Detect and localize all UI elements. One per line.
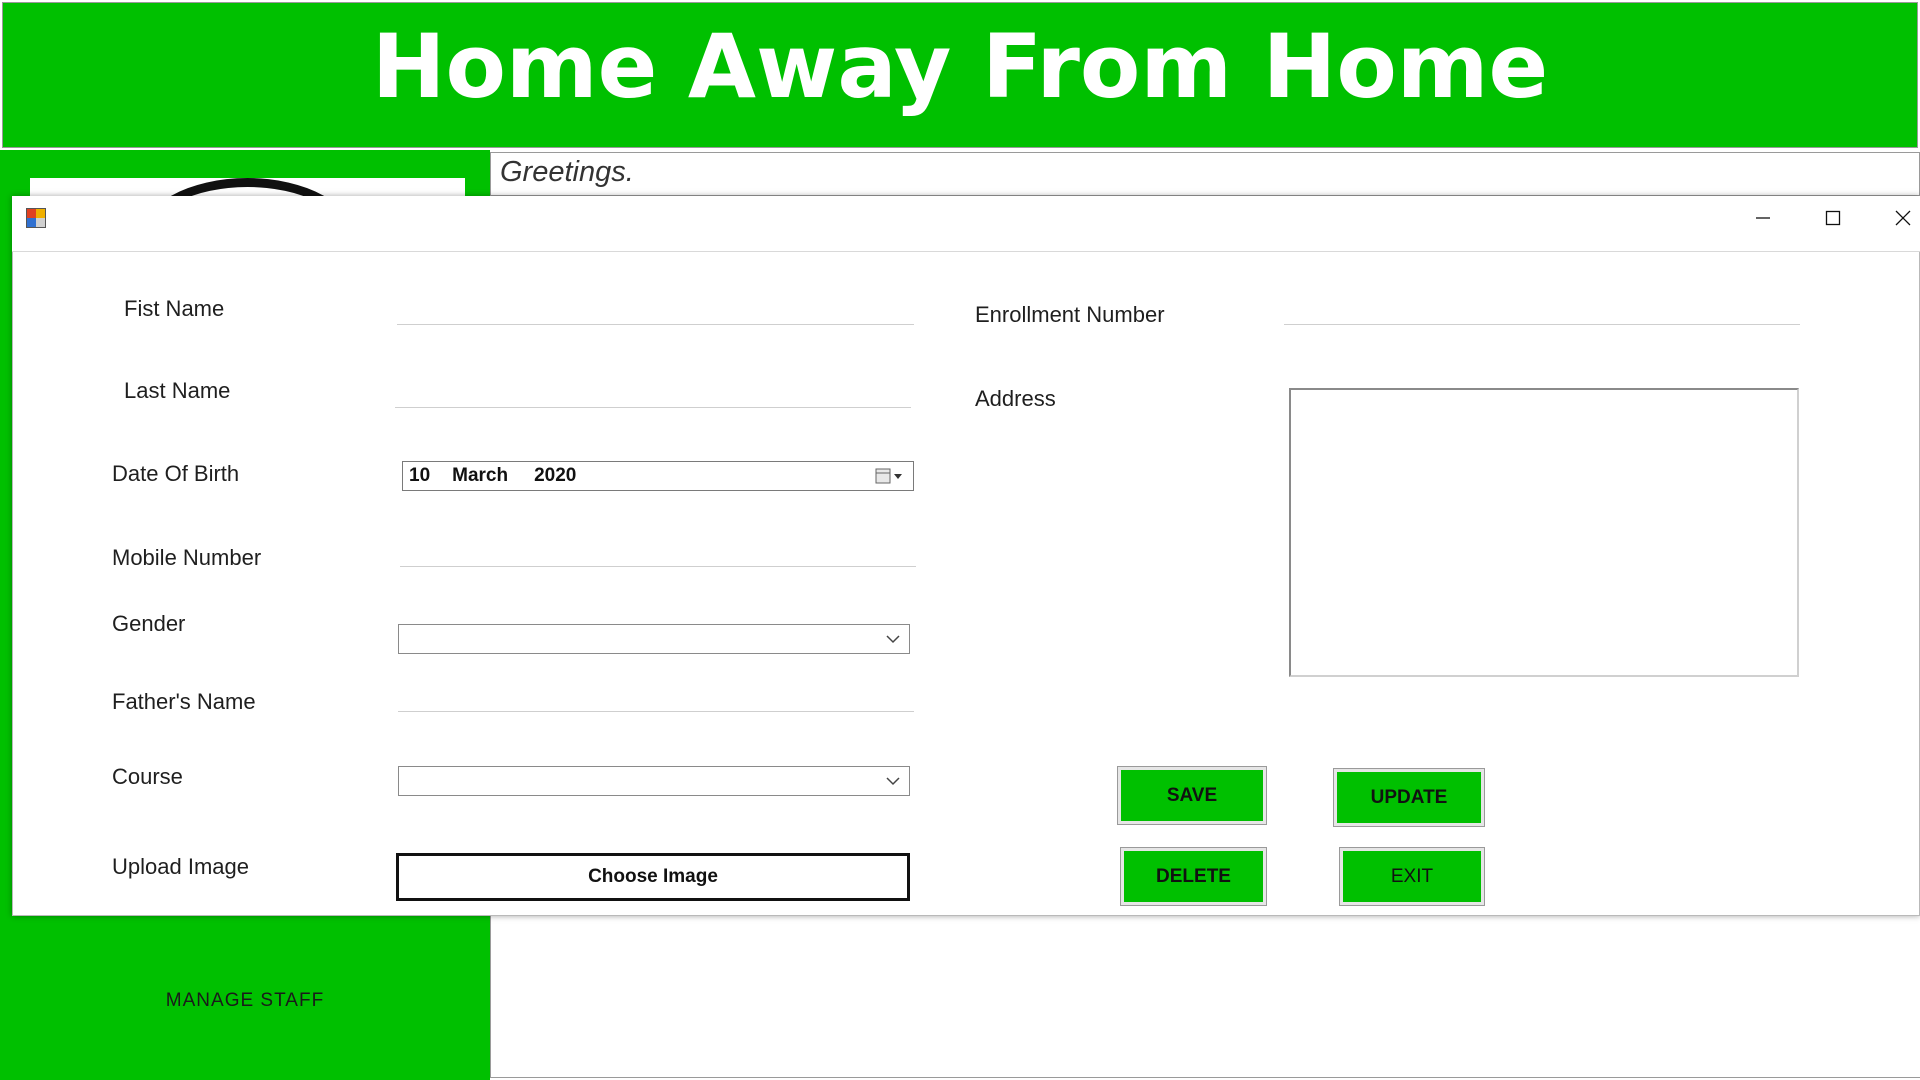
minimize-button[interactable]	[1728, 198, 1798, 238]
address-textarea[interactable]	[1289, 388, 1799, 677]
mobile-label: Mobile Number	[112, 545, 262, 570]
app-title: Home Away From Home	[371, 15, 1549, 118]
delete-button[interactable]: DELETE	[1120, 847, 1267, 906]
last-name-label: Last Name	[124, 378, 231, 403]
minimize-icon	[1756, 217, 1770, 219]
dob-picker[interactable]: 10 March 2020	[402, 461, 914, 491]
dob-month: March	[452, 465, 509, 486]
exit-button[interactable]: EXIT	[1339, 847, 1485, 906]
close-icon	[1895, 210, 1911, 226]
mobile-input[interactable]	[400, 537, 916, 567]
enrollment-number-input[interactable]	[1284, 295, 1800, 325]
address-label: Address	[975, 386, 1056, 411]
last-name-input[interactable]	[395, 378, 911, 408]
first-name-label: Fist Name	[124, 296, 225, 321]
content-panel	[490, 915, 1920, 1078]
course-label: Course	[112, 764, 183, 789]
greeting-bar	[490, 152, 1920, 196]
chevron-down-icon	[886, 777, 900, 786]
maximize-button[interactable]	[1798, 198, 1868, 238]
enrollment-number-label: Enrollment Number	[975, 302, 1165, 327]
close-button[interactable]	[1868, 198, 1920, 238]
maximize-icon	[1825, 210, 1841, 226]
upload-image-label: Upload Image	[112, 854, 249, 879]
gender-label: Gender	[112, 611, 186, 636]
greeting-text: Greetings.	[500, 156, 634, 188]
dob-year: 2020	[534, 465, 577, 486]
father-name-label: Father's Name	[112, 689, 256, 714]
save-button[interactable]: SAVE	[1117, 766, 1267, 825]
course-select[interactable]	[398, 766, 910, 796]
calendar-icon[interactable]	[875, 467, 905, 491]
app-window-icon	[26, 208, 46, 228]
choose-image-button[interactable]: Choose Image	[396, 853, 910, 901]
update-button[interactable]: UPDATE	[1333, 768, 1485, 827]
first-name-input[interactable]	[397, 295, 914, 325]
chevron-down-icon	[886, 635, 900, 644]
dob-label: Date Of Birth	[112, 461, 240, 486]
dialog-titlebar	[12, 196, 1920, 252]
father-name-input[interactable]	[398, 682, 914, 712]
gender-select[interactable]	[398, 624, 910, 654]
dob-day: 10	[409, 465, 431, 486]
sidebar-item-manage-staff[interactable]: MANAGE STAFF	[0, 990, 490, 1012]
